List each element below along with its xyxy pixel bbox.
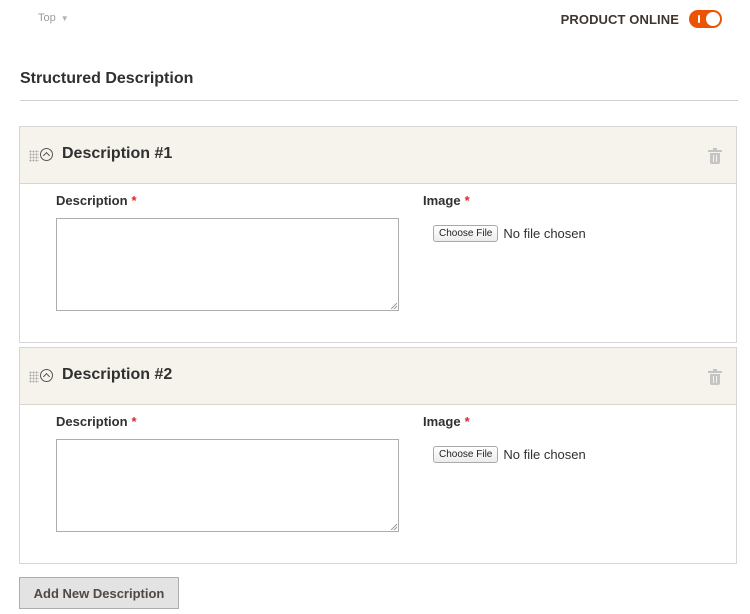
trash-icon[interactable] [708, 369, 722, 386]
product-online-toggle[interactable] [689, 10, 722, 28]
description-textarea[interactable] [56, 439, 399, 532]
chevron-up-circle-icon[interactable] [40, 369, 53, 382]
file-status-text: No file chosen [503, 447, 586, 462]
required-marker: * [131, 193, 137, 208]
image-field-label: Image * [423, 193, 470, 208]
panel-header[interactable]: Description #1 [20, 127, 736, 184]
image-field-label: Image * [423, 414, 470, 429]
image-file-input: Choose File No file chosen [433, 225, 586, 242]
description-label-text: Description [56, 414, 128, 429]
section-divider [20, 100, 738, 101]
top-bar: Top ▼ PRODUCT ONLINE [0, 0, 750, 40]
textarea-resize-handle[interactable] [391, 303, 397, 309]
toggle-knob [706, 12, 720, 26]
scope-switcher[interactable]: Top ▼ [38, 12, 69, 24]
panel-title[interactable]: Description #2 [62, 366, 172, 384]
description-textarea[interactable] [56, 218, 399, 311]
caret-down-icon: ▼ [60, 13, 69, 23]
scope-label: Top [38, 12, 56, 24]
trash-icon[interactable] [708, 148, 722, 165]
product-online-label: PRODUCT ONLINE [560, 11, 679, 27]
section-title: Structured Description [20, 70, 194, 87]
image-label-text: Image [423, 193, 461, 208]
choose-file-button[interactable]: Choose File [433, 446, 499, 463]
description-field-label: Description * [56, 414, 137, 429]
panel-header[interactable]: Description #2 [20, 348, 736, 405]
description-label-text: Description [56, 193, 128, 208]
drag-handle-icon[interactable] [29, 371, 39, 383]
chevron-up-circle-icon[interactable] [40, 148, 53, 161]
choose-file-button[interactable]: Choose File [433, 225, 499, 242]
image-label-text: Image [423, 414, 461, 429]
required-marker: * [464, 193, 470, 208]
product-online-control: PRODUCT ONLINE [561, 10, 722, 28]
add-new-description-button[interactable]: Add New Description [19, 577, 179, 609]
description-panel-1: Description #1 Description * Image * Choos… [19, 126, 737, 343]
description-field-label: Description * [56, 193, 137, 208]
textarea-resize-handle[interactable] [391, 524, 397, 530]
toggle-on-indicator [698, 15, 700, 23]
required-marker: * [131, 414, 137, 429]
description-panel-2: Description #2 Description * Image * Choos… [19, 347, 737, 564]
panel-title[interactable]: Description #1 [62, 145, 172, 163]
image-file-input: Choose File No file chosen [433, 446, 586, 463]
required-marker: * [464, 414, 470, 429]
file-status-text: No file chosen [503, 226, 586, 241]
drag-handle-icon[interactable] [29, 150, 39, 162]
